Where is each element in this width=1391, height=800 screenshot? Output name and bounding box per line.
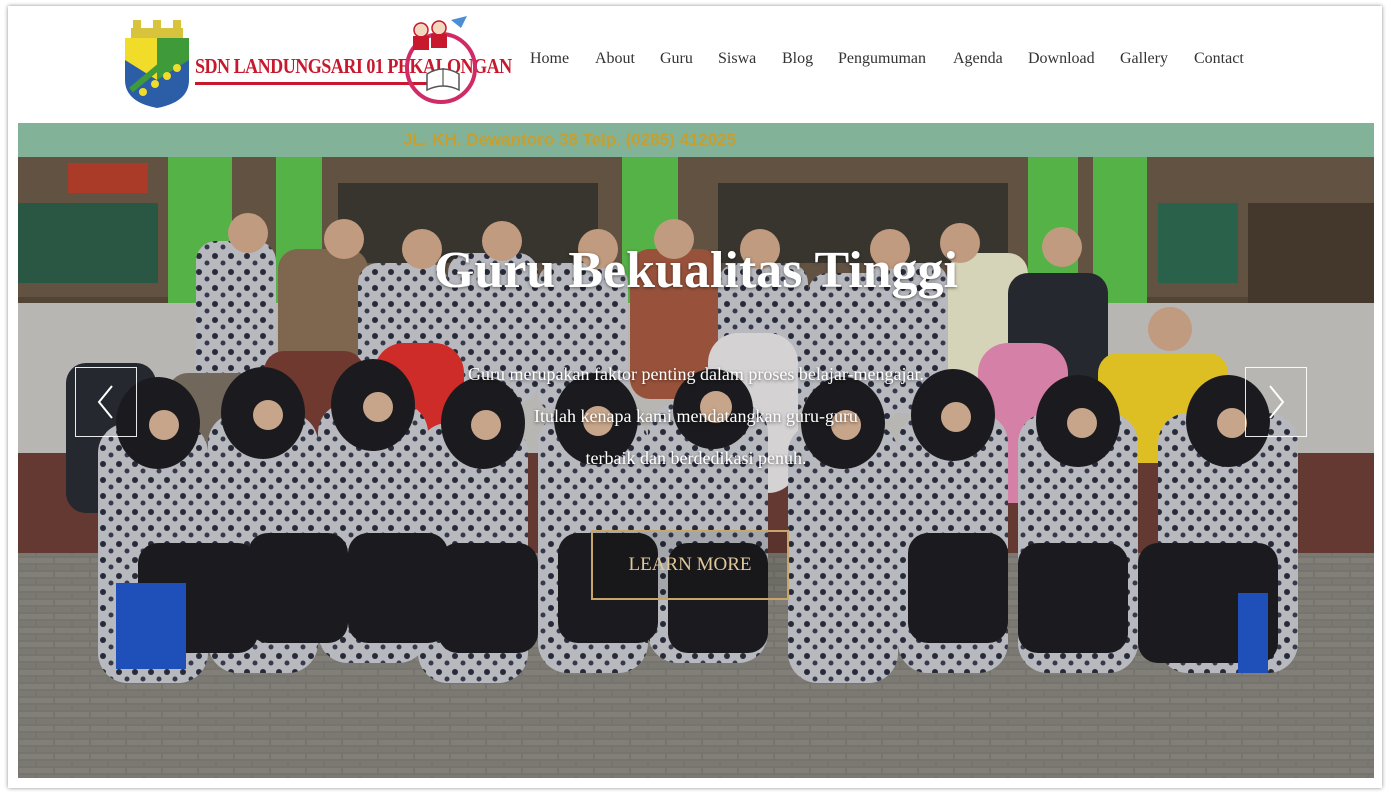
hero-line-2: Itulah kenapa kami mendatangkan guru-gur… xyxy=(534,406,858,426)
carousel-next-button[interactable] xyxy=(1245,367,1307,437)
nav-gallery[interactable]: Gallery xyxy=(1120,50,1168,68)
chevron-right-icon xyxy=(1269,385,1285,419)
nav-pengumuman[interactable]: Pengumuman xyxy=(838,50,926,68)
nav-download[interactable]: Download xyxy=(1028,50,1095,68)
nav-guru[interactable]: Guru xyxy=(660,50,693,68)
nav-about[interactable]: About xyxy=(595,50,635,68)
hero-carousel: JL. KH. Dewantoro 38 Telp. (0285) 412025 xyxy=(18,123,1374,778)
book-emblem-icon xyxy=(405,16,477,104)
nav-home[interactable]: Home xyxy=(530,50,569,68)
carousel-prev-button[interactable] xyxy=(75,367,137,437)
site-header: SDN LANDUNGSARI 01 PEKALONGAN Home About… xyxy=(8,6,1382,123)
page-frame: SDN LANDUNGSARI 01 PEKALONGAN Home About… xyxy=(8,6,1382,788)
chevron-left-icon xyxy=(97,385,113,419)
nav-blog[interactable]: Blog xyxy=(782,50,813,68)
learn-more-button[interactable]: LEARN MORE xyxy=(591,530,789,600)
hero-title: Guru Bekualitas Tinggi xyxy=(433,242,959,299)
site-logo[interactable]: SDN LANDUNGSARI 01 PEKALONGAN xyxy=(123,16,512,108)
nav-agenda[interactable]: Agenda xyxy=(953,50,1003,68)
hero-line-1: Guru merupakan faktor penting dalam pros… xyxy=(468,364,924,384)
crest-icon xyxy=(125,20,189,108)
nav-siswa[interactable]: Siswa xyxy=(718,50,756,68)
nav-contact[interactable]: Contact xyxy=(1194,50,1244,68)
hero-line-3: terbaik dan berdedikasi penuh. xyxy=(585,448,807,468)
